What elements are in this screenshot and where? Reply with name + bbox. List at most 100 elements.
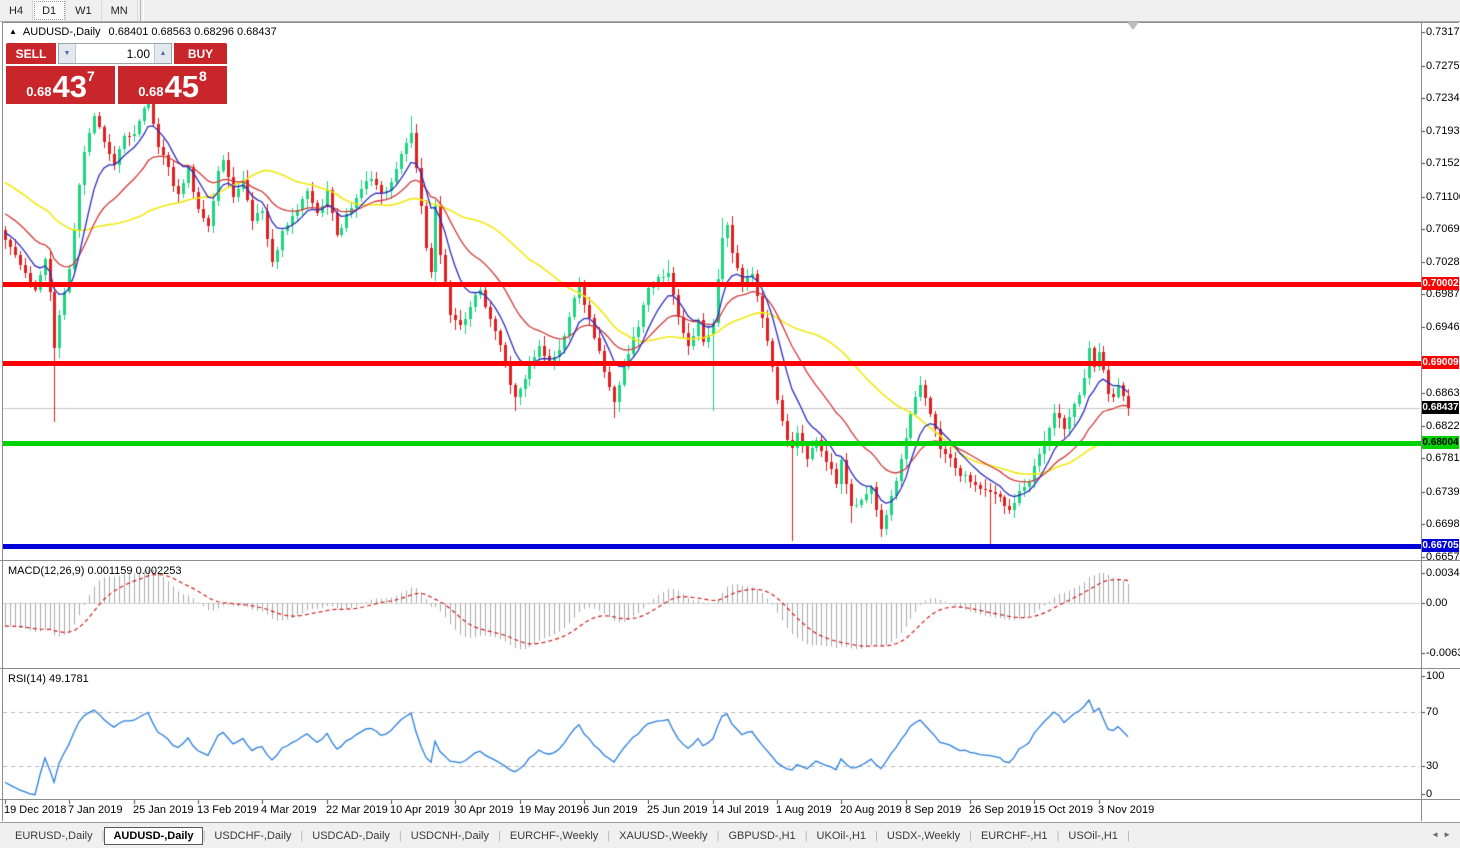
volume-input[interactable]: 1.00 — [76, 44, 154, 63]
chart-symbol-label: AUDUSD-,Daily — [23, 26, 101, 38]
sell-price-prefix: 0.68 — [26, 84, 51, 99]
date-axis-label: 14 Jul 2019 — [712, 804, 769, 816]
horizontal-line-0.70002[interactable] — [3, 282, 1421, 287]
horizontal-line-0.68004[interactable] — [3, 441, 1421, 446]
price-axis-label: 0.67390 — [1426, 486, 1460, 498]
sell-price-point: 7 — [87, 68, 95, 84]
chart-ohlc-values: 0.68401 0.68563 0.68296 0.68437 — [109, 26, 277, 38]
current-price-badge: 0.68437 — [1422, 401, 1459, 414]
macd-scale-label: 0.00 — [1426, 597, 1447, 609]
date-axis-label: 22 Mar 2019 — [326, 804, 388, 816]
timeframe-button-h4[interactable]: H4 — [0, 0, 33, 21]
horizontal-line-0.69009[interactable] — [3, 361, 1421, 366]
date-axis-label: 6 Jun 2019 — [583, 804, 637, 816]
price-axis-label: 0.71100 — [1426, 191, 1460, 203]
date-axis-label: 30 Apr 2019 — [454, 804, 513, 816]
price-axis-label: 0.68630 — [1426, 387, 1460, 399]
tab-scroll-left-icon[interactable]: ◄ — [1431, 830, 1443, 839]
price-axis-label: 0.67810 — [1426, 452, 1460, 464]
date-axis-separator — [0, 799, 1460, 800]
timeframe-button-w1[interactable]: W1 — [66, 0, 102, 21]
symbol-tab-usdcad-daily[interactable]: USDCAD-,Daily — [303, 827, 399, 845]
date-axis-label: 4 Mar 2019 — [261, 804, 317, 816]
price-chart-canvas[interactable] — [0, 0, 1460, 848]
symbol-tab-usdchf-daily[interactable]: USDCHF-,Daily — [205, 827, 300, 845]
one-click-trade-widget: SELL ▼ 1.00 ▲ BUY 0.68 43 7 0.68 45 8 — [6, 43, 227, 104]
date-axis-label: 26 Sep 2019 — [969, 804, 1031, 816]
volume-increase-button[interactable]: ▲ — [154, 44, 171, 63]
symbol-tab-audusd-daily[interactable]: AUDUSD-,Daily — [104, 827, 202, 845]
symbol-tab-gbpusd-h1[interactable]: GBPUSD-,H1 — [719, 827, 804, 845]
price-axis-label: 0.70690 — [1426, 223, 1460, 235]
buy-button[interactable]: BUY — [174, 43, 227, 64]
date-axis-label: 15 Oct 2019 — [1033, 804, 1093, 816]
tab-scroll-right-icon[interactable]: ► — [1443, 830, 1455, 839]
date-axis-label: 1 Aug 2019 — [776, 804, 832, 816]
buy-price-pips: 45 — [165, 72, 199, 101]
symbol-tab-ukoil-h1[interactable]: UKOil-,H1 — [808, 827, 876, 845]
volume-decrease-button[interactable]: ▼ — [59, 44, 76, 63]
date-axis-label: 19 May 2019 — [519, 804, 583, 816]
price-axis-label: 0.66570 — [1426, 551, 1460, 563]
buy-price-tile[interactable]: 0.68 45 8 — [118, 66, 227, 104]
rsi-pane-separator[interactable] — [0, 668, 1460, 669]
price-axis-label: 0.68220 — [1426, 420, 1460, 432]
macd-scale-label: 0.00349 — [1426, 567, 1460, 579]
date-axis-label: 10 Apr 2019 — [390, 804, 449, 816]
price-axis-label: 0.72340 — [1426, 92, 1460, 104]
rsi-label: RSI(14) 49.1781 — [8, 673, 89, 685]
rsi-scale-label: 30 — [1426, 760, 1438, 772]
price-axis-label: 0.73170 — [1426, 26, 1460, 38]
sell-price-pips: 43 — [53, 72, 87, 101]
sell-button[interactable]: SELL — [6, 43, 56, 64]
rsi-scale-label: 70 — [1426, 706, 1438, 718]
tab-scroll-arrows[interactable]: ◄► — [1431, 830, 1455, 839]
symbol-tab-eurusd-daily[interactable]: EURUSD-,Daily — [6, 827, 102, 845]
price-axis-border — [1421, 22, 1422, 821]
price-axis-label: 0.69870 — [1426, 288, 1460, 300]
price-axis-label: 0.72750 — [1426, 60, 1460, 72]
chart-title: ▲ AUDUSD-,Daily 0.68401 0.68563 0.68296 … — [9, 26, 277, 38]
timeframe-button-d1[interactable]: D1 — [33, 0, 66, 21]
symbol-tab-usoil-h1[interactable]: USOil-,H1 — [1059, 827, 1127, 845]
collapse-triangle-icon[interactable]: ▲ — [9, 28, 17, 36]
date-axis-label: 20 Aug 2019 — [840, 804, 902, 816]
macd-pane-separator[interactable] — [0, 560, 1460, 561]
sell-price-tile[interactable]: 0.68 43 7 — [6, 66, 115, 104]
price-axis-label: 0.66980 — [1426, 518, 1460, 530]
date-axis-label: 25 Jan 2019 — [133, 804, 194, 816]
horizontal-line-0.66705[interactable] — [3, 544, 1421, 549]
rsi-scale-label: 0 — [1426, 788, 1432, 800]
rsi-scale-label: 100 — [1426, 670, 1444, 682]
date-axis-label: 8 Sep 2019 — [905, 804, 961, 816]
last-bar-marker-icon[interactable] — [1127, 22, 1139, 30]
macd-scale-label: -0.00637 — [1426, 647, 1460, 659]
price-axis-label: 0.69460 — [1426, 321, 1460, 333]
symbol-tab-usdcnh-daily[interactable]: USDCNH-,Daily — [402, 827, 498, 845]
price-axis-label: 0.70280 — [1426, 256, 1460, 268]
price-axis-label: 0.71930 — [1426, 125, 1460, 137]
date-axis-label: 3 Nov 2019 — [1098, 804, 1154, 816]
symbol-tab-xauusd-weekly[interactable]: XAUUSD-,Weekly — [610, 827, 716, 845]
price-badge-0.66705: 0.66705 — [1422, 539, 1459, 552]
price-badge-0.69009: 0.69009 — [1422, 356, 1459, 369]
date-axis-label: 25 Jun 2019 — [647, 804, 708, 816]
date-axis-label: 19 Dec 2018 — [4, 804, 66, 816]
symbol-tab-eurchf-weekly[interactable]: EURCHF-,Weekly — [501, 827, 607, 845]
buy-price-prefix: 0.68 — [138, 84, 163, 99]
toolbar-divider — [140, 0, 144, 21]
volume-spinner: ▼ 1.00 ▲ — [58, 43, 172, 64]
macd-label: MACD(12,26,9) 0.001159 0.002253 — [8, 565, 181, 577]
symbol-tab-eurchf-h1[interactable]: EURCHF-,H1 — [972, 827, 1057, 845]
price-badge-0.70002: 0.70002 — [1422, 277, 1459, 290]
timeframe-button-mn[interactable]: MN — [102, 0, 138, 21]
price-badge-0.68004: 0.68004 — [1422, 436, 1459, 449]
date-axis-label: 7 Jan 2019 — [68, 804, 122, 816]
symbol-tab-bar: EURUSD-,Daily|AUDUSD-,Daily|USDCHF-,Dail… — [0, 822, 1460, 848]
date-axis-label: 13 Feb 2019 — [197, 804, 259, 816]
timeframe-toolbar: H4D1W1MN — [0, 0, 1460, 22]
symbol-tab-usdx-weekly[interactable]: USDX-,Weekly — [878, 827, 969, 845]
tab-separator: | — [1127, 830, 1130, 842]
buy-price-point: 8 — [199, 68, 207, 84]
mt4-window: H4D1W1MN ▲ AUDUSD-,Daily 0.68401 0.68563… — [0, 0, 1460, 848]
